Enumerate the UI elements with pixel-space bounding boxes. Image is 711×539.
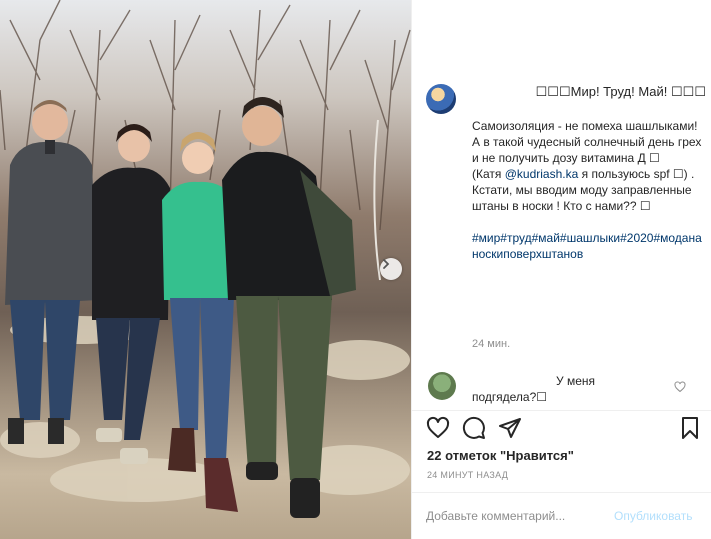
like-button[interactable] <box>426 416 450 440</box>
save-button[interactable] <box>678 416 702 440</box>
share-icon <box>499 418 521 438</box>
caption-line: А в такой чудесный солнечный день грех и… <box>472 135 702 165</box>
post-details-panel: ☐☐☐Мир! Труд! Май! ☐☐☐ Самоизоляция - не… <box>411 0 711 539</box>
post-actions <box>412 412 711 446</box>
comment-item: У меня подгядела?☐ <box>412 370 711 408</box>
add-comment-bar: Опубликовать <box>412 494 711 539</box>
comment-input[interactable] <box>426 506 616 526</box>
divider <box>412 410 711 411</box>
caption-text-part: (Катя <box>472 167 505 181</box>
comment-button[interactable] <box>462 416 486 440</box>
next-photo-button[interactable] <box>380 258 402 280</box>
author-avatar[interactable] <box>426 84 456 114</box>
comment-text-line1: У меня <box>556 374 596 388</box>
caption-timestamp: 24 мин. <box>472 338 511 350</box>
share-button[interactable] <box>498 416 522 440</box>
comment-icon <box>462 416 485 439</box>
commenter-avatar[interactable] <box>428 372 456 400</box>
post-photo <box>0 0 411 539</box>
caption-line: Самоизоляция - не помеха шашлыками! <box>472 119 698 133</box>
heart-icon <box>674 381 686 393</box>
chevron-right-icon <box>383 259 390 269</box>
hashtag-links[interactable]: #мир#труд#май#шашлыки#2020#модананоскипо… <box>472 230 704 262</box>
caption-line: (Катя @kudriash.ka я пользуюсь spf ☐) . <box>472 166 704 182</box>
comment-like-button[interactable] <box>674 380 686 398</box>
photo-illustration <box>0 0 411 518</box>
bookmark-icon <box>682 417 698 439</box>
post-caption: Самоизоляция - не помеха шашлыками! А в … <box>472 118 704 262</box>
divider <box>412 492 711 493</box>
publish-button[interactable]: Опубликовать <box>614 509 692 523</box>
caption-line: Кстати, мы вводим моду заправленные штан… <box>472 183 692 213</box>
mention-link[interactable]: @kudriash.ka <box>505 167 579 181</box>
caption-area: ☐☐☐Мир! Труд! Май! ☐☐☐ Самоизоляция - не… <box>412 70 711 370</box>
post-title: ☐☐☐Мир! Труд! Май! ☐☐☐ <box>535 84 706 99</box>
post-date[interactable]: 24 МИНУТ НАЗАД <box>427 470 508 480</box>
likes-count[interactable]: 22 отметок "Нравится" <box>427 448 574 463</box>
caption-text-part: я пользуюсь spf ☐) . <box>578 167 695 181</box>
heart-icon <box>426 416 450 438</box>
comment-text-line2: подгядела?☐ <box>472 390 548 404</box>
